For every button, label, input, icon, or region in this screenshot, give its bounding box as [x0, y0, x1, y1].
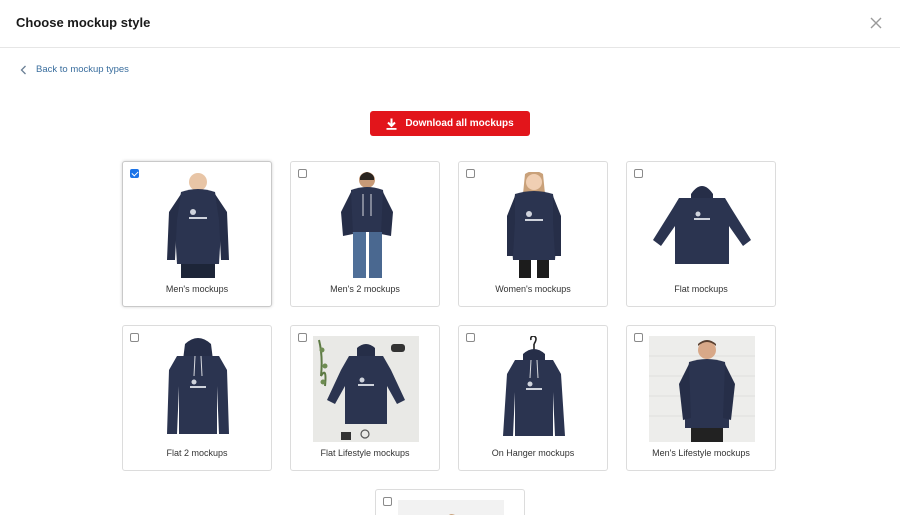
mockup-checkbox[interactable]	[466, 333, 475, 342]
hoodie-flat-icon	[313, 336, 419, 442]
mockup-checkbox[interactable]	[634, 333, 643, 342]
mockup-style-grid: Men's mockups Men's 2 mockups Women's mo…	[122, 161, 778, 471]
mockup-preview-image	[398, 500, 504, 515]
mockup-checkbox[interactable]	[634, 169, 643, 178]
hoodie-model-icon	[313, 172, 419, 278]
mockup-card[interactable]: Men's 2 mockups	[290, 161, 440, 307]
hoodie-flat-icon	[649, 172, 755, 278]
mockup-label: Men's Lifestyle mockups	[652, 448, 750, 458]
mockup-label: On Hanger mockups	[491, 448, 575, 458]
mockup-checkbox[interactable]	[298, 169, 307, 178]
mockup-card[interactable]: Men's mockups	[122, 161, 272, 307]
mockup-checkbox[interactable]	[466, 169, 475, 178]
mockup-checkbox[interactable]	[130, 333, 139, 342]
mockup-checkbox[interactable]	[130, 169, 139, 178]
download-label: Download all mockups	[405, 118, 514, 129]
mockup-label: Flat mockups	[674, 284, 728, 294]
download-icon	[386, 118, 397, 130]
hoodie-flat-icon	[145, 336, 251, 442]
mockup-card[interactable]: Flat mockups	[626, 161, 776, 307]
mockup-card[interactable]: Women's mockups	[458, 161, 608, 307]
mockup-card[interactable]: Flat 2 mockups	[122, 325, 272, 471]
mockup-checkbox[interactable]	[298, 333, 307, 342]
mockup-label: Flat 2 mockups	[166, 448, 228, 458]
hoodie-hanger-icon	[481, 336, 587, 442]
hoodie-model-icon	[649, 336, 755, 442]
mockup-checkbox[interactable]	[383, 497, 392, 506]
mockup-label: Women's mockups	[495, 284, 571, 294]
modal-header: Choose mockup style	[0, 0, 900, 48]
close-icon[interactable]	[868, 15, 884, 31]
mockup-label: Men's 2 mockups	[330, 284, 400, 294]
mockup-label: Men's mockups	[165, 284, 229, 294]
back-to-mockup-types-link[interactable]: Back to mockup types	[20, 64, 129, 75]
modal-title: Choose mockup style	[16, 15, 151, 30]
download-all-mockups-button[interactable]: Download all mockups	[370, 111, 530, 136]
mockup-card[interactable]: Men's Lifestyle mockups	[626, 325, 776, 471]
mockup-label: Flat Lifestyle mockups	[320, 448, 410, 458]
mockup-card[interactable]: On Hanger mockups	[458, 325, 608, 471]
hoodie-model-icon	[481, 172, 587, 278]
mockup-card[interactable]: Flat Lifestyle mockups	[290, 325, 440, 471]
hoodie-model-icon	[145, 172, 251, 278]
chevron-left-icon	[20, 65, 26, 74]
back-label: Back to mockup types	[36, 64, 129, 75]
mockup-card[interactable]	[375, 489, 525, 515]
